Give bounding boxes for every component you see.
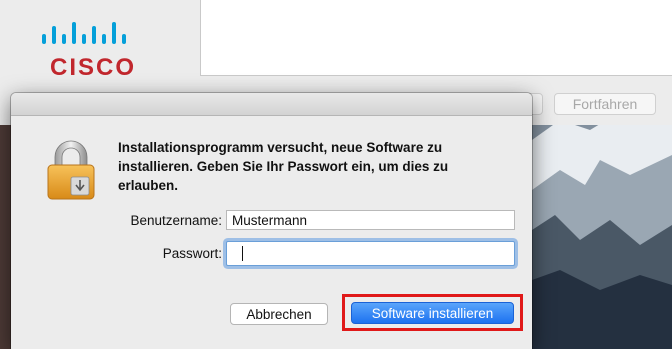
password-label: Passwort: [162,246,222,261]
lock-icon [47,140,95,200]
continue-button[interactable]: Fortfahren [554,93,656,115]
installer-content-panel [200,0,672,76]
cisco-wordmark: CISCO [50,54,137,81]
password-field[interactable] [226,241,515,266]
dialog-titlebar[interactable] [11,93,532,116]
username-field[interactable]: Mustermann [226,210,515,230]
cancel-button[interactable]: Abbrechen [230,303,328,325]
dialog-message: Installationsprogramm versucht, neue Sof… [118,140,449,193]
text-caret [242,246,243,261]
cisco-bars-icon [42,22,126,44]
auth-dialog: Installationsprogramm versucht, neue Sof… [11,93,532,349]
install-software-button[interactable]: Software installieren [351,302,514,324]
username-label: Benutzername: [130,213,222,228]
cisco-logo: CISCO [40,18,170,84]
